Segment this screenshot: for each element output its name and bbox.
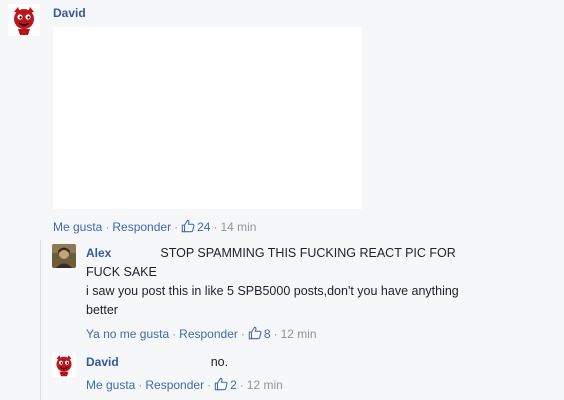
- thumbs-up-icon: [181, 219, 195, 233]
- reply-link[interactable]: Responder: [179, 327, 238, 341]
- reply-text-line4: better: [86, 303, 118, 317]
- like-count[interactable]: 2: [214, 377, 237, 392]
- separator: ·: [207, 377, 212, 392]
- reply-text: no.: [210, 355, 229, 369]
- separator: ·: [239, 377, 244, 392]
- devil-avatar-icon: [52, 353, 76, 377]
- separator: ·: [273, 326, 278, 341]
- comment-image[interactable]: [53, 27, 362, 209]
- separator: ·: [240, 326, 245, 341]
- profile-photo-icon: [52, 244, 76, 268]
- like-count[interactable]: 24: [181, 219, 210, 234]
- reply-author[interactable]: David: [86, 355, 119, 369]
- separator: ·: [213, 219, 218, 234]
- like-count-value: 24: [197, 220, 211, 234]
- reply-link[interactable]: Responder: [145, 378, 204, 392]
- like-count-value: 8: [263, 327, 271, 341]
- timestamp[interactable]: 12 min: [281, 327, 317, 341]
- like-link[interactable]: Me gusta: [53, 220, 102, 234]
- avatar-david-small[interactable]: [52, 353, 76, 377]
- reply-link[interactable]: Responder: [112, 220, 171, 234]
- separator: ·: [174, 219, 179, 234]
- thumbs-up-icon: [248, 326, 262, 340]
- unlike-link[interactable]: Ya no me gusta: [86, 327, 169, 341]
- separator: ·: [172, 326, 177, 341]
- reply-body: Alex STOP SPAMMING THIS FUCKING REACT PIC…: [86, 244, 526, 320]
- separator: ·: [105, 219, 110, 234]
- separator: ·: [138, 377, 143, 392]
- comment-author[interactable]: David: [53, 6, 86, 20]
- reply2-first-line: David no.: [86, 353, 228, 372]
- like-link[interactable]: Me gusta: [86, 378, 135, 392]
- comment-actions: Me gusta · Responder · 24 · 14 min: [53, 219, 256, 235]
- reply-text-line1: STOP SPAMMING THIS FUCKING REACT PIC FOR: [160, 246, 456, 260]
- avatar-david[interactable]: [8, 4, 40, 36]
- reply-text-line3: i saw you post this in like 5 SPB5000 po…: [86, 284, 459, 298]
- timestamp[interactable]: 14 min: [220, 220, 256, 234]
- thumbs-up-icon: [214, 377, 228, 391]
- like-count-value: 2: [230, 378, 237, 392]
- avatar-alex[interactable]: [52, 244, 76, 268]
- timestamp[interactable]: 12 min: [247, 378, 283, 392]
- reply-author[interactable]: Alex: [86, 246, 111, 260]
- reply-first-line: Alex STOP SPAMMING THIS FUCKING REACT PIC…: [86, 244, 526, 263]
- reply-text-line2: FUCK SAKE: [86, 265, 157, 279]
- reply2-actions: Me gusta · Responder · 2 · 12 min: [86, 377, 283, 393]
- reply-thread-line: [40, 240, 41, 400]
- reply-actions: Ya no me gusta · Responder · 8 · 12 min: [86, 326, 317, 342]
- devil-avatar-icon: [8, 4, 40, 36]
- like-count[interactable]: 8: [248, 326, 271, 341]
